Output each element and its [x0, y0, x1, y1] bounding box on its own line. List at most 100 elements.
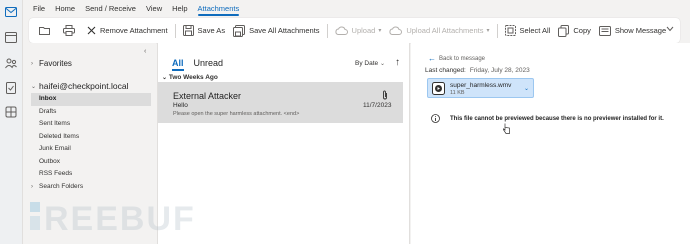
folder-list: Inbox Drafts Sent Items Deleted Items Ju… [31, 93, 151, 193]
group-header[interactable]: ⌄ Two Weeks Ago [162, 74, 218, 81]
upload-all-attachments-button[interactable]: Upload All Attachments ▾ [385, 21, 493, 41]
select-all-button[interactable]: Select All [501, 21, 555, 41]
attachments-ribbon: Remove Attachment Save As Save All Attac… [29, 18, 680, 43]
last-changed-value: Friday, July 28, 2023 [469, 67, 530, 74]
show-message-label: Show Message [614, 26, 667, 35]
folder-open-icon [39, 26, 50, 35]
cloud-icon [389, 26, 403, 35]
chevron-down-icon: ⌄ [162, 75, 168, 81]
save-icon [182, 25, 194, 36]
tasks-icon[interactable] [4, 82, 18, 94]
message-sender: External Attacker [173, 91, 242, 101]
save-all-icon [233, 24, 246, 37]
close-icon [87, 26, 96, 35]
folder-item-search-folders[interactable]: › Search Folders [31, 181, 151, 194]
chevron-right-icon: › [31, 60, 33, 67]
favorites-header[interactable]: › Favorites [31, 59, 72, 68]
message-date: 11/7/2023 [363, 102, 392, 109]
tab-file[interactable]: File [33, 0, 45, 18]
sort-dropdown[interactable]: By Date ⌄ [355, 60, 385, 67]
tab-home[interactable]: Home [55, 0, 75, 18]
sort-label: By Date [355, 60, 379, 67]
tab-view[interactable]: View [146, 0, 162, 18]
mail-icon[interactable] [4, 6, 18, 18]
sort-direction-icon[interactable]: ↑ [395, 57, 400, 68]
filter-all[interactable]: All [172, 58, 184, 71]
upload-label: Upload [351, 26, 376, 35]
copy-icon [558, 24, 570, 37]
save-all-label: Save All Attachments [249, 26, 320, 35]
folder-item-inbox[interactable]: Inbox [31, 93, 151, 106]
save-as-label: Save As [197, 26, 226, 35]
search-folders-label: Search Folders [39, 182, 84, 190]
attachment-size: 11 KB [450, 90, 465, 96]
reading-pane: ← Back to message Last changed: Friday, J… [411, 43, 690, 244]
attachment-name: super_harmless.wmv [450, 82, 512, 89]
chevron-down-icon: ⌄ [379, 61, 385, 67]
chevron-down-icon: ▾ [486, 28, 490, 34]
cloud-icon [334, 26, 348, 35]
folder-item-junk-email[interactable]: Junk Email [31, 143, 151, 156]
apps-icon[interactable] [4, 106, 18, 118]
select-all-icon [504, 25, 516, 36]
chevron-right-icon: › [31, 183, 33, 190]
copy-label: Copy [573, 26, 591, 35]
upload-all-label: Upload All Attachments [406, 26, 484, 35]
list-item[interactable]: External Attacker Hello Please open the … [158, 82, 403, 123]
folder-item-outbox[interactable]: Outbox [31, 156, 151, 169]
preview-notice: This file cannot be previewed because th… [431, 114, 664, 123]
message-subject: Hello [173, 102, 188, 109]
message-filters: All Unread [172, 58, 233, 71]
arrow-left-icon: ← [428, 54, 436, 63]
info-icon [431, 114, 440, 123]
folder-item-drafts[interactable]: Drafts [31, 106, 151, 119]
group-header-label: Two Weeks Ago [168, 74, 218, 81]
message-preview: Please open the super harmless attachmen… [173, 111, 300, 117]
mouse-cursor-icon [503, 123, 510, 136]
account-label: haifei@checkpoint.local [39, 81, 129, 91]
ribbon-divider [326, 23, 328, 38]
menu-tabs: File Home Send / Receive View Help Attac… [23, 0, 690, 18]
back-label: Back to message [439, 55, 486, 62]
collapse-pane-icon[interactable]: ‹ [144, 48, 146, 55]
app-rail [0, 0, 23, 244]
last-changed: Last changed: Friday, July 28, 2023 [425, 67, 530, 74]
ribbon-divider [496, 23, 498, 38]
freebuf-watermark: REEBUF [30, 196, 210, 238]
filter-unread[interactable]: Unread [194, 58, 224, 68]
print-icon [63, 25, 75, 36]
folder-item-rss-feeds[interactable]: RSS Feeds [31, 168, 151, 181]
back-to-message-link[interactable]: ← Back to message [428, 54, 485, 63]
account-header[interactable]: ⌄ haifei@checkpoint.local [31, 81, 128, 91]
save-all-attachments-button[interactable]: Save All Attachments [229, 21, 323, 41]
copy-button[interactable]: Copy [554, 21, 595, 41]
print-button[interactable] [59, 21, 83, 41]
favorites-label: Favorites [39, 59, 72, 68]
folder-item-deleted-items[interactable]: Deleted Items [31, 131, 151, 144]
last-changed-label: Last changed: [425, 67, 466, 74]
tab-send-receive[interactable]: Send / Receive [85, 0, 136, 18]
video-file-icon [432, 82, 445, 97]
chevron-down-icon[interactable]: ⌄ [524, 85, 529, 92]
ribbon-divider [174, 23, 176, 38]
paperclip-icon [382, 90, 388, 102]
chevron-down-icon: ▾ [378, 28, 382, 34]
show-message-button[interactable]: Show Message [595, 21, 670, 41]
tab-attachments[interactable]: Attachments [197, 0, 239, 18]
chevron-down-icon: ⌄ [31, 83, 37, 90]
remove-attachment-button[interactable]: Remove Attachment [83, 21, 172, 41]
preview-notice-text: This file cannot be previewed because th… [450, 115, 664, 122]
attachment-card[interactable]: super_harmless.wmv 11 KB ⌄ [427, 78, 534, 98]
ribbon-collapse-chevron-icon[interactable] [666, 25, 674, 34]
open-button[interactable] [35, 21, 59, 41]
tab-help[interactable]: Help [172, 0, 187, 18]
remove-attachment-label: Remove Attachment [100, 26, 168, 35]
svg-text:REEBUF: REEBUF [44, 200, 196, 236]
folder-item-sent-items[interactable]: Sent Items [31, 118, 151, 131]
calendar-icon[interactable] [4, 31, 18, 43]
upload-button[interactable]: Upload ▾ [331, 21, 386, 41]
message-icon [598, 25, 611, 36]
save-as-button[interactable]: Save As [179, 21, 230, 41]
people-icon[interactable] [4, 57, 18, 69]
select-all-label: Select All [519, 26, 551, 35]
